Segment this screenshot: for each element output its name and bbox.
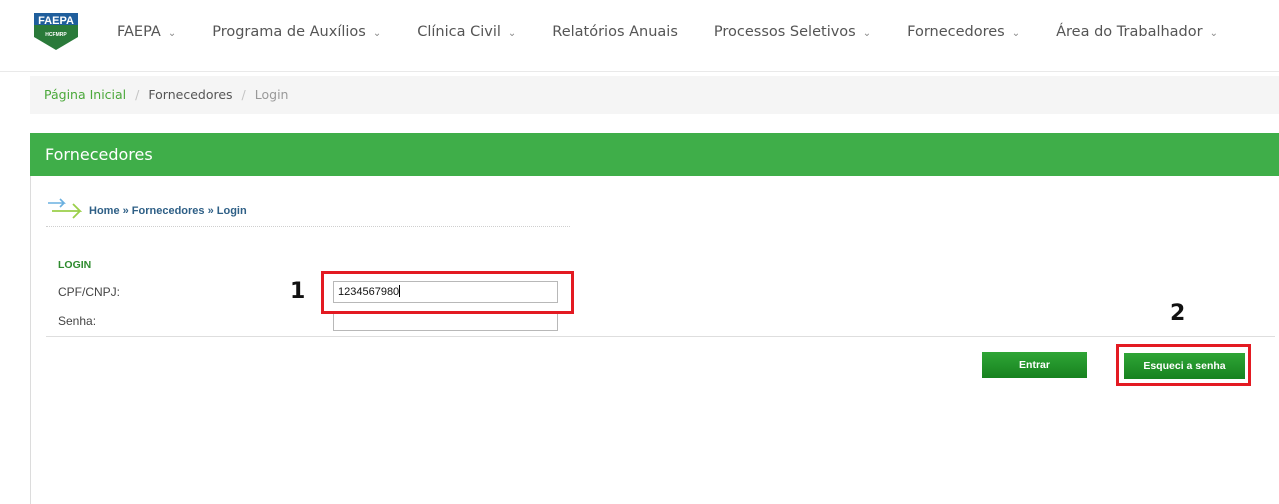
cpf-label: CPF/CNPJ: — [58, 285, 121, 299]
chevron-down-icon: ⌄ — [862, 27, 872, 39]
nav-item[interactable]: FAEPA ⌄ — [117, 24, 176, 40]
annotation-number-1: 1 — [290, 279, 306, 304]
panel-title: Fornecedores — [45, 145, 153, 164]
senha-input[interactable] — [333, 311, 558, 331]
nav-item-label: Processos Seletivos — [713, 24, 856, 40]
chevron-down-icon: ⌄ — [167, 27, 177, 39]
chevron-down-icon: ⌄ — [1011, 27, 1021, 39]
breadcrumb-bar: Página Inicial / Fornecedores / Login — [30, 76, 1279, 114]
breadcrumb-home-link[interactable]: Página Inicial — [44, 87, 126, 102]
breadcrumb-current: Login — [254, 87, 289, 102]
annotation-number-2: 2 — [1170, 301, 1186, 326]
double-arrow-icon — [48, 198, 83, 219]
nav-item[interactable]: Fornecedores ⌄ — [907, 24, 1020, 40]
nav-item-label: Relatórios Anuais — [552, 24, 678, 40]
entrar-button[interactable]: Entrar — [982, 352, 1087, 378]
nav-item[interactable]: Clínica Civil ⌄ — [417, 24, 516, 40]
breadcrumb-separator: / — [135, 87, 140, 102]
logo-subtext: HCFMRP — [45, 32, 67, 38]
panel-header: Fornecedores — [30, 133, 1279, 176]
nav-item[interactable]: Programa de Auxílios ⌄ — [212, 24, 381, 40]
highlight-box-esqueci — [1116, 344, 1251, 386]
form-divider — [46, 336, 1275, 337]
chevron-down-icon: ⌄ — [372, 27, 382, 39]
inner-breadcrumb-text[interactable]: Home » Fornecedores » Login — [89, 205, 247, 217]
login-section-label: LOGIN — [58, 259, 92, 271]
senha-label: Senha: — [58, 314, 97, 328]
nav-item-label: Fornecedores — [907, 24, 1005, 40]
highlight-box-cpf — [321, 271, 574, 314]
nav-item-label: Programa de Auxílios — [212, 24, 366, 40]
chevron-down-icon: ⌄ — [507, 27, 517, 39]
breadcrumb-separator: / — [241, 87, 246, 102]
nav-item-label: Área do Trabalhador — [1056, 24, 1203, 40]
chevron-down-icon: ⌄ — [1209, 27, 1218, 39]
nav-item[interactable]: Processos Seletivos ⌄ — [714, 24, 871, 40]
breadcrumb: Página Inicial / Fornecedores / Login — [44, 87, 288, 102]
main-menu: FAEPA ⌄ Programa de Auxílios ⌄ Clínica Civil… — [117, 24, 1254, 40]
nav-item[interactable]: Área do Trabalhador ⌄ — [1056, 24, 1218, 40]
top-navigation-bar: FAEPA HCFMRP FAEPA ⌄ Programa de Auxílios ⌄… — [0, 0, 1279, 72]
nav-item-label: Clínica Civil — [417, 24, 501, 40]
breadcrumb-section-link[interactable]: Fornecedores — [148, 87, 232, 102]
faepa-logo[interactable]: FAEPA HCFMRP — [32, 11, 80, 51]
nav-item[interactable]: Relatórios Anuais — [552, 24, 678, 40]
nav-item-label: FAEPA — [117, 24, 161, 40]
logo-text: FAEPA — [38, 15, 74, 27]
inner-breadcrumb: Home » Fornecedores » Login — [46, 195, 570, 227]
